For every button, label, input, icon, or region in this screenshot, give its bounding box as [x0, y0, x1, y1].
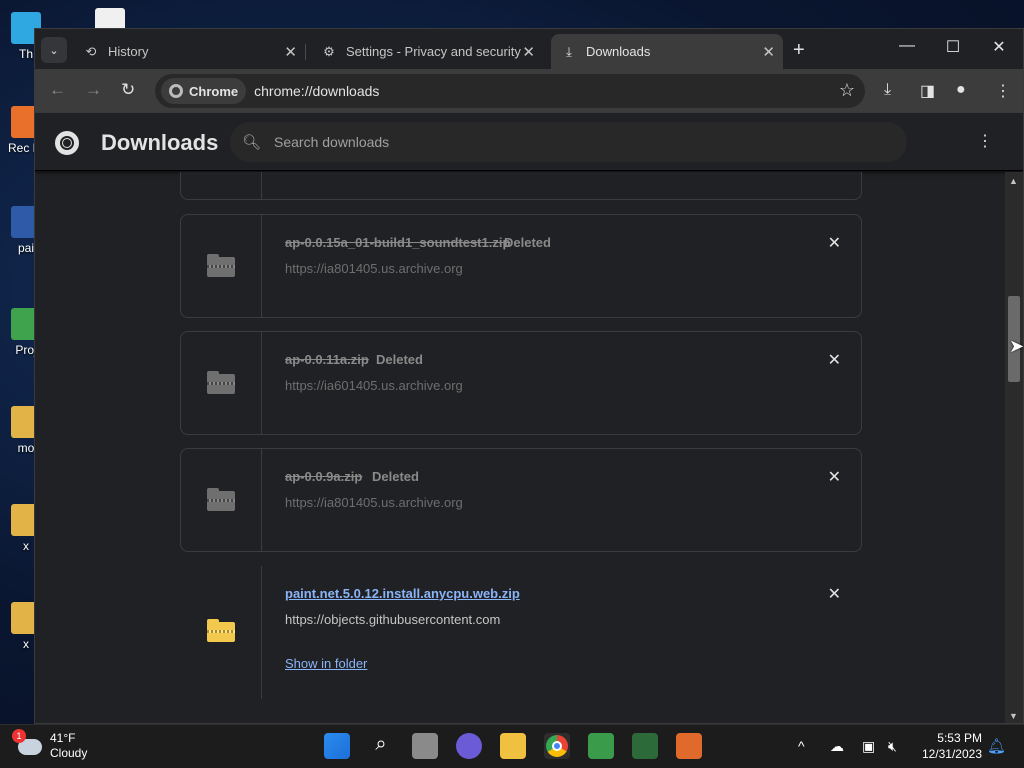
start-button[interactable] [324, 733, 350, 759]
app-taskbar-icon[interactable] [588, 733, 614, 759]
source-url[interactable]: https://ia801405.us.archive.org [285, 495, 463, 510]
mouse-cursor-icon: ➤ [1009, 336, 1024, 356]
file-thumbnail [181, 215, 262, 317]
download-card: ap-0.0.11a.zip Deleted https://ia601405.… [180, 331, 862, 435]
gear-icon: ⚙ [323, 43, 335, 59]
chrome-logo-icon [55, 131, 79, 155]
app-taskbar-icon[interactable] [676, 733, 702, 759]
file-name[interactable]: ap-0.0.11a.zip [285, 352, 369, 367]
file-name[interactable]: ap-0.0.9a.zip [285, 469, 362, 484]
downloads-header: Downloads 🔍︎ ⋮ [35, 113, 1023, 171]
tab-strip: ⌄ ⟲ History ✕ ⚙ Settings - Privacy and s… [35, 29, 1023, 69]
toolbar: ← → ↻ Chrome chrome://downloads ☆ ⤓ ◨ ● … [35, 69, 1023, 113]
download-card-partial [180, 172, 862, 200]
zip-file-icon [207, 488, 235, 511]
tab-separator [305, 44, 306, 60]
address-bar[interactable]: Chrome chrome://downloads ☆ [155, 74, 865, 108]
close-icon[interactable]: ✕ [522, 43, 535, 61]
notification-badge: 1 [12, 729, 26, 743]
download-card: ap-0.0.9a.zip Deleted https://ia801405.u… [180, 448, 862, 552]
file-name[interactable]: ap-0.0.15a_01-build1_soundtest1.zip [285, 235, 510, 250]
source-url[interactable]: https://ia601405.us.archive.org [285, 378, 463, 393]
search-input[interactable] [274, 134, 874, 150]
search-box[interactable]: 🔍︎ [230, 122, 907, 162]
bookmark-star-icon[interactable]: ☆ [839, 80, 855, 101]
tab-history[interactable]: ⟲ History ✕ [73, 34, 306, 69]
weather-widget[interactable]: 1 41°F Cloudy [12, 729, 88, 761]
tab-label: History [108, 44, 149, 59]
minimize-button[interactable]: — [897, 37, 917, 55]
file-thumbnail [181, 172, 262, 199]
show-in-folder-link[interactable]: Show in folder [285, 656, 367, 671]
scroll-down-icon[interactable]: ▼ [1009, 711, 1018, 721]
menu-kebab-icon[interactable]: ⋮ [995, 81, 1011, 101]
url-text[interactable]: chrome://downloads [254, 83, 379, 99]
taskbar: 1 41°F Cloudy ⌕ ^ ☁ ▣ 🔇︎ 5:53 PM 12/31/2… [0, 724, 1024, 768]
tab-downloads[interactable]: ⤓ Downloads ✕ [551, 34, 783, 69]
chrome-icon [546, 735, 568, 757]
download-status: Deleted [372, 469, 419, 484]
downloads-toolbar-icon[interactable]: ⤓ [884, 81, 891, 99]
cloud-sync-icon[interactable]: ☁ [830, 738, 844, 755]
reload-button[interactable]: ↻ [121, 80, 135, 100]
display-icon[interactable]: ▣ [862, 738, 875, 755]
downloads-list: ap-0.0.15a_01-build1_soundtest1.zip Dele… [35, 172, 1005, 723]
zip-file-icon [207, 254, 235, 277]
download-status: Deleted [504, 235, 551, 250]
forward-button[interactable]: → [85, 80, 102, 100]
file-thumbnail [181, 332, 262, 434]
back-button[interactable]: ← [49, 80, 66, 100]
file-explorer-icon[interactable] [500, 733, 526, 759]
file-thumbnail [181, 449, 262, 551]
teams-chat-icon[interactable] [456, 733, 482, 759]
source-url[interactable]: https://objects.githubusercontent.com [285, 612, 500, 627]
tab-search-button[interactable]: ⌄ [41, 37, 67, 63]
scroll-up-icon[interactable]: ▲ [1009, 176, 1018, 186]
downloads-page: Downloads 🔍︎ ⋮ ap-0.0.15a_01-build1_soun… [35, 113, 1023, 723]
download-card: ap-0.0.15a_01-build1_soundtest1.zip Dele… [180, 214, 862, 318]
zip-file-icon [207, 619, 235, 642]
clock[interactable]: 5:53 PM 12/31/2023 [922, 730, 982, 762]
chevron-down-icon: ⌄ [49, 44, 59, 57]
chrome-taskbar-icon[interactable] [544, 733, 570, 759]
new-tab-button[interactable]: + [793, 39, 805, 62]
weather-condition: Cloudy [50, 746, 88, 760]
side-panel-icon[interactable]: ◨ [920, 81, 935, 101]
search-icon: 🔍︎ [242, 134, 262, 151]
page-title: Downloads [101, 130, 219, 155]
remove-item-icon[interactable]: ✕ [828, 467, 841, 487]
remove-item-icon[interactable]: ✕ [828, 584, 841, 604]
notification-bell-icon[interactable]: 🔔︎ [987, 737, 1006, 755]
cloud-icon: 1 [12, 729, 42, 755]
chrome-icon [169, 84, 183, 98]
weather-temp: 41°F [50, 731, 76, 745]
terminal-taskbar-icon[interactable] [632, 733, 658, 759]
search-taskbar-icon[interactable]: ⌕ [368, 733, 394, 759]
download-status: Deleted [376, 352, 423, 367]
file-thumbnail [181, 566, 262, 699]
file-name-link[interactable]: paint.net.5.0.12.install.anycpu.web.zip [285, 586, 520, 601]
history-icon: ⟲ [85, 43, 97, 59]
task-view-icon[interactable] [412, 733, 438, 759]
close-window-button[interactable]: ✕ [989, 37, 1009, 57]
tab-label: Downloads [586, 44, 651, 59]
scrollbar[interactable]: ▲ ▼ [1005, 172, 1023, 723]
remove-item-icon[interactable]: ✕ [828, 233, 841, 253]
tab-settings[interactable]: ⚙ Settings - Privacy and security ✕ [311, 34, 543, 69]
maximize-button[interactable]: ☐ [943, 37, 963, 57]
volume-icon[interactable]: 🔇︎ [888, 738, 897, 755]
download-card: paint.net.5.0.12.install.anycpu.web.zip … [180, 565, 862, 700]
close-icon[interactable]: ✕ [762, 43, 775, 61]
tab-label: Settings - Privacy and security [346, 44, 521, 59]
chevron-up-icon[interactable]: ^ [798, 738, 805, 754]
site-info-chip[interactable]: Chrome [161, 78, 247, 104]
browser-window: ⌄ ⟲ History ✕ ⚙ Settings - Privacy and s… [34, 28, 1024, 724]
remove-item-icon[interactable]: ✕ [828, 350, 841, 370]
profile-icon[interactable]: ● [956, 81, 966, 99]
zip-file-icon [207, 371, 235, 394]
more-actions-icon[interactable]: ⋮ [977, 131, 993, 151]
close-icon[interactable]: ✕ [284, 43, 297, 61]
source-url[interactable]: https://ia801405.us.archive.org [285, 261, 463, 276]
download-icon: ⤓ [566, 43, 572, 59]
